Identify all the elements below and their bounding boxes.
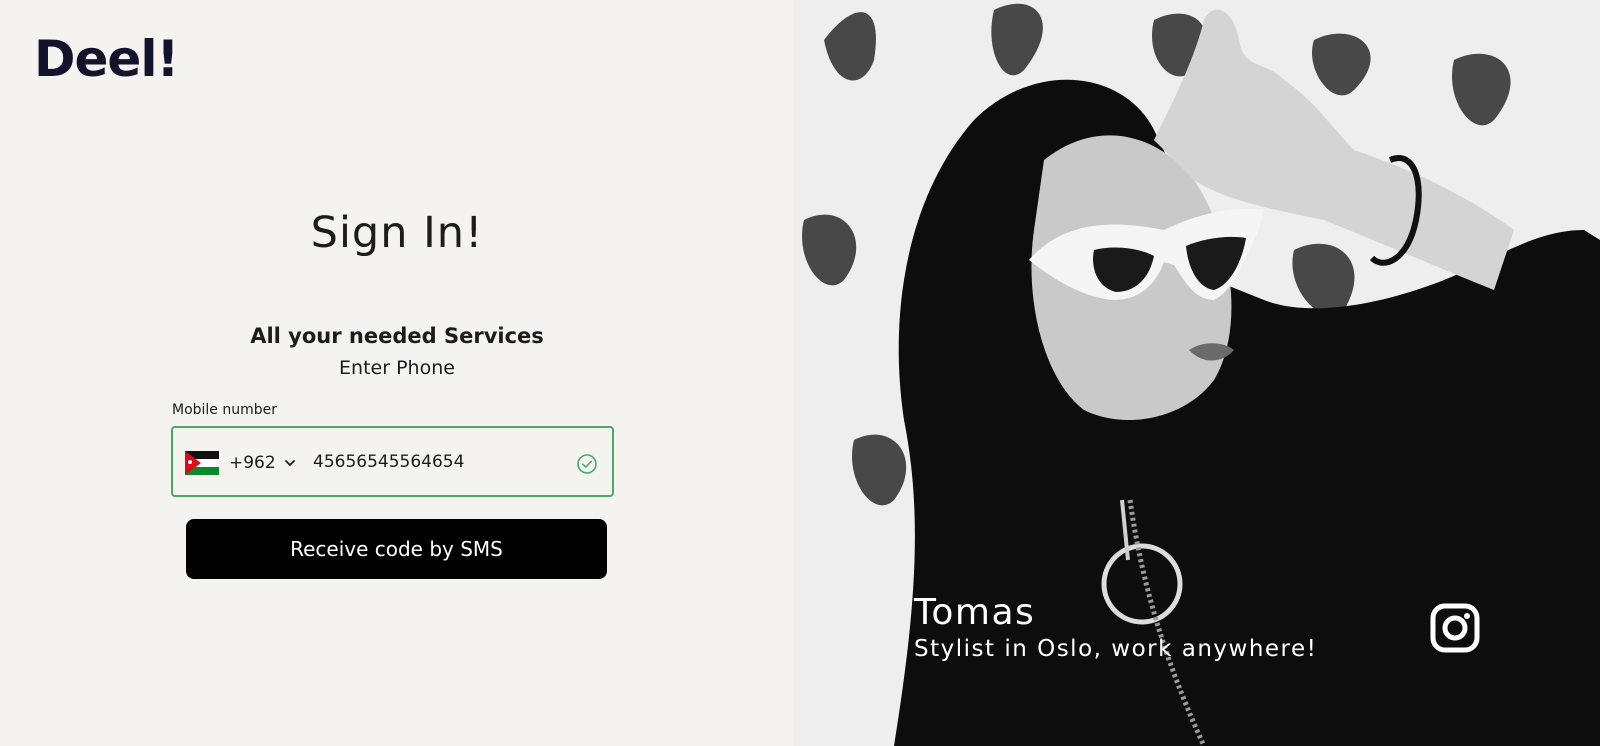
stylist-name: Tomas bbox=[914, 592, 1036, 633]
jordan-flag-icon bbox=[185, 451, 219, 475]
chevron-down-icon bbox=[284, 460, 295, 466]
mobile-number-label: Mobile number bbox=[172, 402, 278, 418]
receive-code-button[interactable]: Receive code by SMS bbox=[186, 519, 607, 579]
services-subtitle: All your needed Services bbox=[250, 324, 544, 348]
country-code: +962 bbox=[229, 453, 276, 473]
check-circle-icon bbox=[577, 454, 597, 474]
instagram-icon[interactable] bbox=[1430, 603, 1480, 653]
brand-logo[interactable]: Deel! bbox=[34, 30, 179, 88]
page-title: Sign In! bbox=[310, 208, 484, 258]
enter-phone-instruction: Enter Phone bbox=[339, 357, 455, 379]
hero-panel: Tomas Stylist in Oslo, work anywhere! bbox=[794, 0, 1600, 746]
phone-input[interactable] bbox=[313, 446, 553, 478]
phone-field: +962 bbox=[171, 426, 614, 497]
country-code-selector[interactable]: +962 bbox=[185, 450, 296, 476]
stylist-tagline: Stylist in Oslo, work anywhere! bbox=[914, 636, 1318, 662]
sign-in-panel: Deel! Sign In! All your needed Services … bbox=[0, 0, 794, 746]
